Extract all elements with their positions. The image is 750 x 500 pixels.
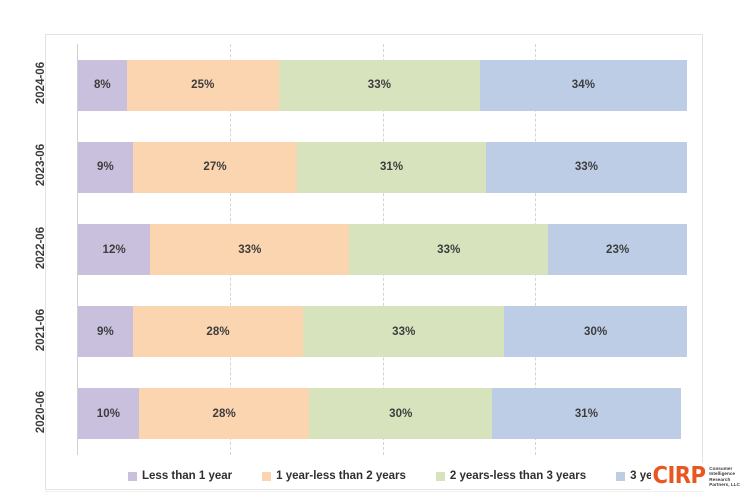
- bar-segment[interactable]: 33%: [150, 224, 350, 275]
- legend-item[interactable]: Less than 1 year: [128, 470, 232, 482]
- legend-divider: [45, 491, 703, 492]
- cirp-tagline: Consumer Intelligence Research Partners,…: [709, 466, 740, 487]
- bar-segment-label: 33%: [238, 243, 262, 256]
- bar-segment-label: 30%: [389, 407, 413, 420]
- legend-item[interactable]: 2 years-less than 3 years: [435, 470, 587, 482]
- bar-segment[interactable]: 33%: [303, 306, 505, 358]
- bar-row: 8% 25% 33% 34%: [78, 59, 687, 111]
- bar-segment-label: 8%: [93, 79, 111, 92]
- bar-segment-label: 33%: [367, 79, 392, 92]
- y-axis-label: 2020-06: [6, 391, 76, 433]
- y-axis-label-text: 2021-06: [35, 308, 47, 351]
- bar-segment[interactable]: 9%: [78, 306, 133, 358]
- bar-segment[interactable]: 33%: [349, 224, 549, 275]
- legend-swatch-icon: [435, 471, 445, 481]
- y-axis-label-text: 2024-06: [35, 61, 47, 105]
- cirp-logo: CIRP Consumer Intelligence Research Part…: [651, 463, 742, 490]
- bar-segment[interactable]: 28%: [138, 388, 310, 440]
- bar-segment[interactable]: 34%: [479, 59, 687, 111]
- bar-segment[interactable]: 33%: [486, 141, 687, 193]
- bar-segment[interactable]: 8%: [78, 59, 127, 111]
- bar-segment-label: 12%: [102, 243, 126, 256]
- chart-container: 8% 25% 33% 34% 9% 27% 31% 33% 12% 33% 33% 23% 9% 28% 3…: [0, 0, 750, 500]
- bar-segment[interactable]: 23%: [548, 224, 687, 275]
- cirp-tagline-line-4: Partners, LLC: [709, 481, 740, 487]
- bar-segment[interactable]: 10%: [78, 388, 139, 440]
- legend-label: 1 year-less than 2 years: [276, 470, 406, 482]
- bar-segment-label: 25%: [191, 79, 215, 92]
- legend-label: Less than 1 year: [142, 470, 233, 482]
- bar-segment-label: 28%: [212, 407, 236, 420]
- bar-rows: 8% 25% 33% 34% 9% 27% 31% 33% 12% 33% 33% 23% 9% 28% 3…: [78, 44, 687, 455]
- legend-label: 2 years-less than 3 years: [449, 470, 587, 482]
- bar-segment-label: 33%: [437, 243, 461, 256]
- legend-swatch-icon: [616, 471, 626, 481]
- bar-segment-label: 33%: [392, 325, 416, 338]
- bar-segment[interactable]: 12%: [78, 224, 151, 275]
- y-axis-label: 2022-06: [6, 226, 76, 268]
- bar-row: 9% 27% 31% 33%: [78, 141, 687, 193]
- bar-segment[interactable]: 25%: [126, 59, 279, 111]
- bar-row: 9% 28% 33% 30%: [78, 306, 687, 358]
- bar-segment-label: 23%: [606, 243, 630, 256]
- chart-legend: Less than 1 year 1 year-less than 2 years…: [50, 464, 716, 488]
- plot-area: 8% 25% 33% 34% 9% 27% 31% 33% 12% 33% 33% 23% 9% 28% 3…: [78, 44, 687, 455]
- bar-segment-label: 27%: [203, 161, 227, 174]
- bar-segment-label: 34%: [571, 79, 596, 92]
- y-axis-label: 2021-06: [6, 309, 76, 351]
- bar-segment[interactable]: 31%: [492, 388, 681, 440]
- legend-swatch-icon: [262, 471, 272, 481]
- bar-segment-label: 31%: [574, 407, 599, 420]
- bar-segment-label: 33%: [574, 161, 599, 174]
- y-axis-label: 2023-06: [6, 144, 76, 186]
- legend-swatch-icon: [128, 471, 137, 481]
- bar-segment-label: 30%: [583, 325, 608, 338]
- bar-segment-label: 10%: [96, 407, 121, 420]
- legend-item[interactable]: 1 year-less than 2 years: [262, 470, 406, 482]
- y-axis-label: 2024-06: [6, 62, 76, 104]
- bar-segment-label: 9%: [96, 161, 114, 174]
- bar-segment[interactable]: 30%: [504, 306, 687, 358]
- bar-segment[interactable]: 27%: [132, 141, 298, 193]
- bar-segment-label: 9%: [96, 325, 114, 338]
- bar-segment[interactable]: 28%: [132, 306, 304, 358]
- y-axis-label-text: 2022-06: [35, 226, 47, 269]
- cirp-wordmark: CIRP: [652, 463, 707, 489]
- bar-row: 12% 33% 33% 23%: [78, 224, 687, 275]
- y-axis-label-text: 2023-06: [35, 144, 47, 187]
- bar-segment[interactable]: 33%: [278, 59, 480, 111]
- bar-segment[interactable]: 9%: [78, 141, 133, 193]
- bar-segment[interactable]: 30%: [309, 388, 493, 440]
- bar-segment-label: 28%: [206, 325, 230, 338]
- bar-row: 10% 28% 30% 31%: [78, 388, 687, 440]
- bar-segment[interactable]: 31%: [297, 141, 486, 193]
- bar-segment-label: 31%: [379, 161, 404, 174]
- y-axis-label-text: 2020-06: [35, 390, 47, 433]
